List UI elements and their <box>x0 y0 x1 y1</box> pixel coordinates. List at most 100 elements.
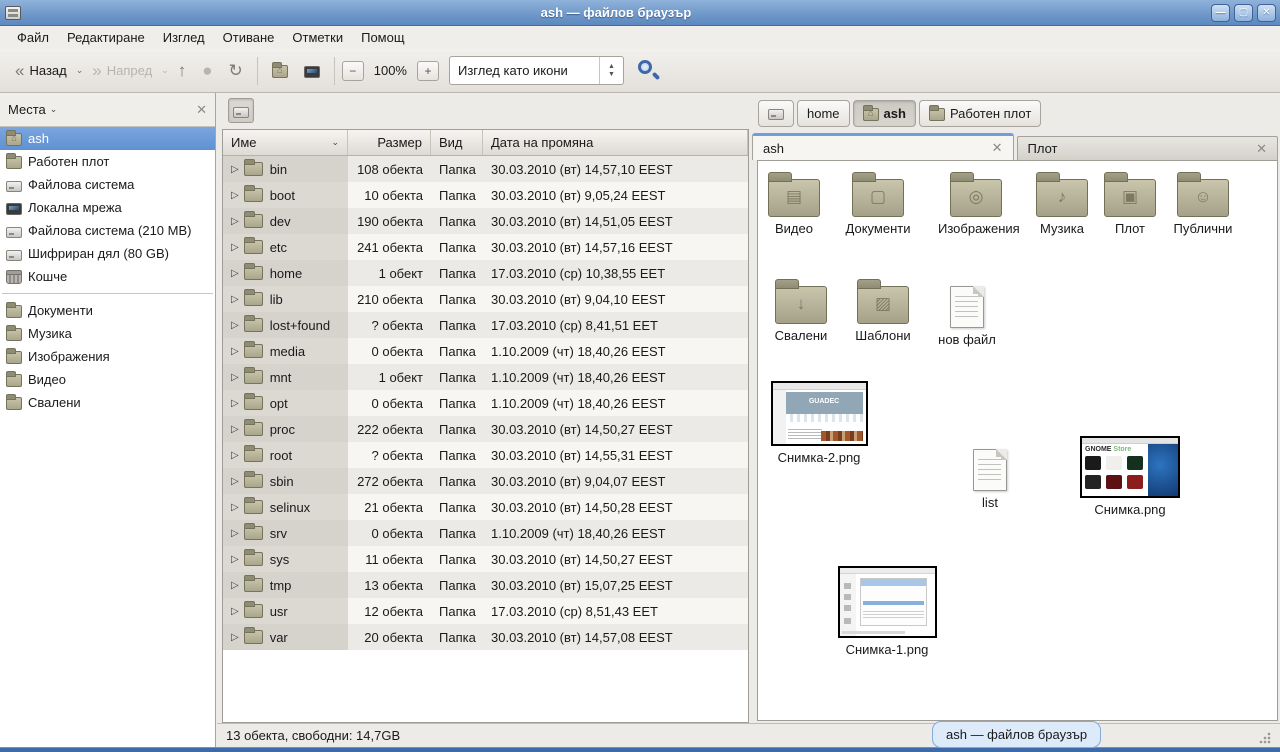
sidebar-close-icon[interactable]: ✕ <box>196 102 207 118</box>
home-button[interactable]: ⌂ <box>265 59 295 82</box>
table-row-sbin[interactable]: ▷sbin272 обектаПапка30.03.2010 (вт) 9,04… <box>223 468 748 494</box>
sidebar-item-Шифриран дял (80 GB)[interactable]: Шифриран дял (80 GB) <box>0 242 215 265</box>
breadcrumb-ash[interactable]: ⌂ash <box>853 100 916 127</box>
sidebar-item-Работен плот[interactable]: Работен плот <box>0 150 215 173</box>
table-row-lost+found[interactable]: ▷lost+found? обектаПапка17.03.2010 (ср) … <box>223 312 748 338</box>
table-row-opt[interactable]: ▷opt0 обектаПапка1.10.2009 (чт) 18,40,26… <box>223 390 748 416</box>
expander-icon[interactable]: ▷ <box>231 632 239 643</box>
maximize-button[interactable]: ▢ <box>1234 4 1253 22</box>
expander-icon[interactable]: ▷ <box>231 190 239 201</box>
expander-icon[interactable]: ▷ <box>231 216 239 227</box>
icon-view-item-Снимка-1.png[interactable]: Снимка-1.png <box>837 566 937 658</box>
icon-view-item-Снимка-2.png[interactable]: GUADECСнимка-2.png <box>769 381 869 466</box>
back-history-dropdown[interactable]: ⌄ <box>76 65 84 76</box>
sidebar-item-Локална мрежа[interactable]: Локална мрежа <box>0 196 215 219</box>
sidebar-item-Документи[interactable]: Документи <box>0 299 215 322</box>
icon-view-item-list[interactable]: list <box>955 449 1025 511</box>
resize-grip[interactable] <box>1259 732 1271 744</box>
sidebar-selector-dropdown-icon[interactable]: ⌄ <box>50 104 58 115</box>
table-row-selinux[interactable]: ▷selinux21 обектаПапка30.03.2010 (вт) 14… <box>223 494 748 520</box>
window-menu-icon[interactable] <box>5 6 21 20</box>
table-row-sys[interactable]: ▷sys11 обектаПапка30.03.2010 (вт) 14,50,… <box>223 546 748 572</box>
menu-item-Изглед[interactable]: Изглед <box>154 28 214 47</box>
table-row-bin[interactable]: ▷bin108 обектаПапка30.03.2010 (вт) 14,57… <box>223 156 748 182</box>
tab-close-icon[interactable]: ✕ <box>992 140 1003 156</box>
table-row-root[interactable]: ▷root? обектаПапка30.03.2010 (вт) 14,55,… <box>223 442 748 468</box>
sidebar-item-Изображения[interactable]: Изображения <box>0 345 215 368</box>
expander-icon[interactable]: ▷ <box>231 606 239 617</box>
stop-button[interactable]: ● <box>195 58 219 83</box>
up-button[interactable]: ↑ <box>171 58 194 83</box>
sidebar-item-Файлова система (210 MB)[interactable]: Файлова система (210 MB) <box>0 219 215 242</box>
minimize-button[interactable]: — <box>1211 4 1230 22</box>
close-button[interactable]: ✕ <box>1257 4 1276 22</box>
tab-Плот[interactable]: Плот✕ <box>1017 136 1279 160</box>
search-button[interactable] <box>636 58 662 84</box>
column-header-Име[interactable]: Име⌄ <box>223 130 348 155</box>
view-mode-select[interactable]: Изглед като икони ▲▼ <box>449 56 624 85</box>
icon-view-item-нов файл[interactable]: нов файл <box>932 286 1002 348</box>
back-button[interactable]: « Назад <box>8 58 74 83</box>
expander-icon[interactable]: ▷ <box>231 164 239 175</box>
combo-spinner-icon[interactable]: ▲▼ <box>599 57 623 84</box>
table-row-srv[interactable]: ▷srv0 обектаПапка1.10.2009 (чт) 18,40,26… <box>223 520 748 546</box>
table-row-boot[interactable]: ▷boot10 обектаПапка30.03.2010 (вт) 9,05,… <box>223 182 748 208</box>
menu-item-Файл[interactable]: Файл <box>8 28 58 47</box>
expander-icon[interactable]: ▷ <box>231 372 239 383</box>
expander-icon[interactable]: ▷ <box>231 346 239 357</box>
table-row-proc[interactable]: ▷proc222 обектаПапка30.03.2010 (вт) 14,5… <box>223 416 748 442</box>
expander-icon[interactable]: ▷ <box>231 502 239 513</box>
tab-ash[interactable]: ash✕ <box>752 133 1014 160</box>
table-row-dev[interactable]: ▷dev190 обектаПапка30.03.2010 (вт) 14,51… <box>223 208 748 234</box>
column-header-Дата на промяна[interactable]: Дата на промяна <box>483 130 748 155</box>
table-row-usr[interactable]: ▷usr12 обектаПапка17.03.2010 (ср) 8,51,4… <box>223 598 748 624</box>
icon-view-item-Снимка.png[interactable]: GNOME StoreСнимка.png <box>1078 436 1182 518</box>
table-row-etc[interactable]: ▷etc241 обектаПапка30.03.2010 (вт) 14,57… <box>223 234 748 260</box>
table-row-tmp[interactable]: ▷tmp13 обектаПапка30.03.2010 (вт) 15,07,… <box>223 572 748 598</box>
table-row-home[interactable]: ▷home1 обектПапка17.03.2010 (ср) 10,38,5… <box>223 260 748 286</box>
menu-item-Редактиране[interactable]: Редактиране <box>58 28 154 47</box>
reload-button[interactable]: ↻ <box>221 58 249 83</box>
zoom-out-button[interactable]: − <box>342 61 364 81</box>
icon-view-item-Изображения[interactable]: ◎Изображения <box>932 179 1020 237</box>
breadcrumb-root[interactable] <box>758 100 794 127</box>
sidebar-item-Свалени[interactable]: Свалени <box>0 391 215 414</box>
zoom-in-button[interactable]: + <box>417 61 439 81</box>
sidebar-item-Музика[interactable]: Музика <box>0 322 215 345</box>
forward-button[interactable]: » Напред <box>85 58 159 83</box>
filesystem-root-button[interactable] <box>228 98 254 123</box>
sidebar-item-Файлова система[interactable]: Файлова система <box>0 173 215 196</box>
icon-view-item-Свалени[interactable]: ↓Свалени <box>757 286 845 344</box>
menu-item-Отиване[interactable]: Отиване <box>214 28 284 47</box>
table-row-mnt[interactable]: ▷mnt1 обектПапка1.10.2009 (чт) 18,40,26 … <box>223 364 748 390</box>
expander-icon[interactable]: ▷ <box>231 580 239 591</box>
column-header-Размер[interactable]: Размер <box>348 130 431 155</box>
titlebar[interactable]: ash — файлов браузър — ▢ ✕ <box>0 0 1280 26</box>
computer-button[interactable] <box>297 60 327 82</box>
expander-icon[interactable]: ▷ <box>231 294 239 305</box>
column-header-Вид[interactable]: Вид <box>431 130 483 155</box>
expander-icon[interactable]: ▷ <box>231 554 239 565</box>
sidebar-item-Кошче[interactable]: Кошче <box>0 265 215 288</box>
sidebar-item-Видео[interactable]: Видео <box>0 368 215 391</box>
table-row-media[interactable]: ▷media0 обектаПапка1.10.2009 (чт) 18,40,… <box>223 338 748 364</box>
tab-close-icon[interactable]: ✕ <box>1256 141 1267 157</box>
expander-icon[interactable]: ▷ <box>231 424 239 435</box>
expander-icon[interactable]: ▷ <box>231 242 239 253</box>
breadcrumb-Работен плот[interactable]: Работен плот <box>919 100 1041 127</box>
icon-view-item-Документи[interactable]: ▢Документи <box>834 179 922 237</box>
icon-view-item-Шаблони[interactable]: ▨Шаблони <box>839 286 927 344</box>
expander-icon[interactable]: ▷ <box>231 528 239 539</box>
icon-view-item-Публични[interactable]: ☺Публични <box>1159 179 1247 237</box>
icon-view-item-Видео[interactable]: ▤Видео <box>757 179 838 237</box>
sidebar-item-ash[interactable]: ⌂ash <box>0 127 215 150</box>
icon-view[interactable]: ▤Видео▢Документи◎Изображения♪Музика▣Плот… <box>757 160 1278 721</box>
menu-item-Помощ[interactable]: Помощ <box>352 28 413 47</box>
expander-icon[interactable]: ▷ <box>231 398 239 409</box>
menu-item-Отметки[interactable]: Отметки <box>283 28 352 47</box>
table-row-lib[interactable]: ▷lib210 обектаПапка30.03.2010 (вт) 9,04,… <box>223 286 748 312</box>
expander-icon[interactable]: ▷ <box>231 450 239 461</box>
expander-icon[interactable]: ▷ <box>231 320 239 331</box>
forward-history-dropdown[interactable]: ⌄ <box>161 65 169 76</box>
table-row-var[interactable]: ▷var20 обектаПапка30.03.2010 (вт) 14,57,… <box>223 624 748 650</box>
